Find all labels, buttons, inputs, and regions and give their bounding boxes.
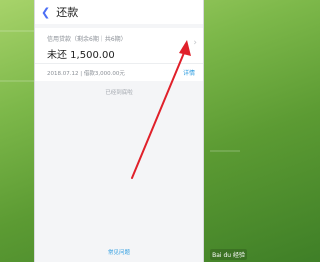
- phone-screen: ❮ 还款 信用贷款（剩余6期｜共6期） 未还 1,500.00 › 2018.0…: [34, 0, 204, 262]
- background-streak: [210, 150, 240, 152]
- loan-label: 信用贷款（剩余6期｜共6期）: [47, 36, 127, 43]
- unpaid-amount: 未还 1,500.00: [47, 50, 115, 61]
- loan-footer: 2018.07.12 | 借款3,000.00元 详情: [35, 63, 203, 81]
- loan-date-amount: 2018.07.12 | 借款3,000.00元: [47, 70, 125, 77]
- detail-link[interactable]: 详情: [183, 68, 195, 77]
- watermark-logo: Bai du 经验: [210, 249, 247, 260]
- back-arrow-icon[interactable]: ❮: [41, 7, 50, 18]
- page-title: 还款: [56, 6, 79, 19]
- bottom-reached-note: 已经到底啦: [105, 90, 133, 96]
- app-header: ❮ 还款: [35, 0, 203, 24]
- faq-link[interactable]: 常见问题: [35, 248, 203, 256]
- chevron-right-icon[interactable]: ›: [193, 38, 197, 48]
